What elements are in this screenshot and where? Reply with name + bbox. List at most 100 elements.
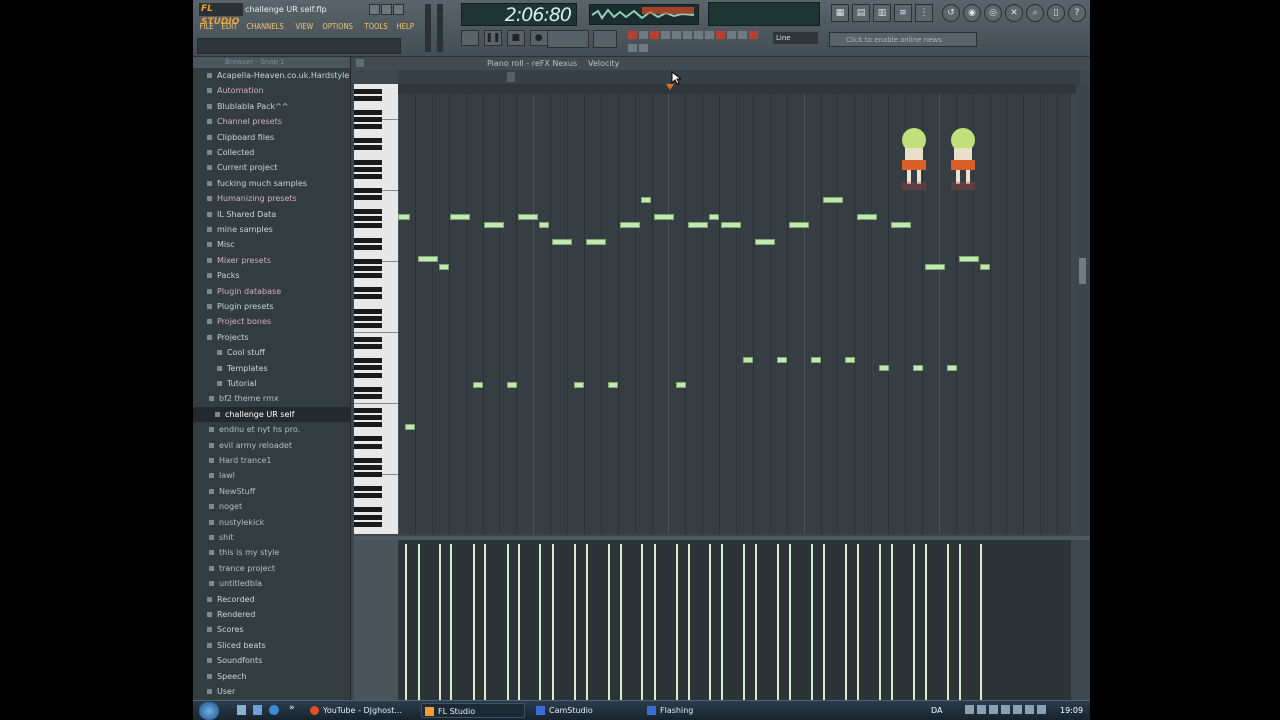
stop-button[interactable]: ■	[506, 30, 525, 46]
help-icon[interactable]: ?	[1068, 4, 1086, 22]
volume-icon[interactable]	[1025, 705, 1034, 714]
browser-file[interactable]: challenge UR self	[193, 406, 350, 422]
midi-note[interactable]	[709, 214, 719, 220]
browser-folder[interactable]: Blublabla Pack^^	[193, 99, 350, 114]
black-key[interactable]	[354, 195, 382, 200]
midi-note[interactable]	[539, 222, 549, 228]
velocity-bar[interactable]	[959, 544, 961, 700]
velocity-bar[interactable]	[539, 544, 541, 700]
midi-note[interactable]	[811, 357, 821, 363]
browser-folder[interactable]: Humanizing presets	[193, 191, 350, 206]
maximize-button[interactable]	[381, 4, 392, 15]
render-icon[interactable]: ◎	[984, 4, 1002, 22]
piano-roll-icon[interactable]: ▥	[873, 4, 891, 22]
velocity-bar[interactable]	[857, 544, 859, 700]
browser-folder[interactable]: Mixer presets	[193, 253, 350, 268]
tray-icon-7[interactable]	[1037, 705, 1046, 714]
tools-icon[interactable]: ✕	[1005, 4, 1023, 22]
black-key[interactable]	[354, 159, 382, 165]
tool-icon-12[interactable]	[749, 31, 758, 39]
browser-file[interactable]: Hard trance1	[193, 453, 350, 468]
midi-note[interactable]	[507, 382, 517, 388]
midi-note[interactable]	[608, 382, 618, 388]
clock[interactable]: 19:09	[1060, 701, 1083, 720]
browser-icon[interactable]: ≡	[894, 4, 912, 22]
switch-windows-icon[interactable]	[253, 705, 262, 715]
browser-file[interactable]: endnu et nyt hs pro.	[193, 422, 350, 437]
playlist-icon[interactable]: ▦	[831, 4, 849, 22]
black-key[interactable]	[354, 393, 382, 399]
browser-file[interactable]: untitledbla	[193, 576, 350, 591]
black-key[interactable]	[354, 486, 382, 492]
browser-folder[interactable]: Templates	[193, 361, 350, 376]
black-key[interactable]	[354, 187, 382, 193]
start-button[interactable]	[199, 702, 219, 720]
event-target-select[interactable]: Velocity	[588, 57, 619, 70]
midi-note[interactable]	[845, 357, 855, 363]
browser-folder[interactable]: Projects	[193, 330, 350, 345]
browser-file[interactable]: shit	[193, 530, 350, 545]
browser-folder[interactable]: Sliced beats	[193, 638, 350, 653]
midi-note[interactable]	[823, 197, 843, 203]
black-key[interactable]	[354, 386, 382, 392]
metronome-icon[interactable]	[628, 31, 637, 39]
browser-file[interactable]: evil army reloadet	[193, 438, 350, 453]
velocity-bar[interactable]	[518, 544, 520, 700]
browser-folder[interactable]: Recorded	[193, 592, 350, 607]
browser-folder[interactable]: Tutorial	[193, 376, 350, 391]
velocity-bar[interactable]	[574, 544, 576, 700]
snap-mode-select[interactable]: Line	[773, 32, 818, 44]
black-key[interactable]	[354, 408, 382, 413]
menu-channels[interactable]: CHANNELS	[244, 20, 286, 34]
velocity-bar[interactable]	[709, 544, 711, 700]
black-key[interactable]	[354, 457, 382, 463]
velocity-bar[interactable]	[755, 544, 757, 700]
midi-note[interactable]	[777, 357, 787, 363]
velocity-bar[interactable]	[676, 544, 678, 700]
browser-folder[interactable]: Plugin database	[193, 284, 350, 299]
black-key[interactable]	[354, 436, 382, 442]
black-key[interactable]	[354, 337, 382, 342]
undo-icon[interactable]: ↺	[942, 4, 960, 22]
black-key[interactable]	[354, 116, 382, 122]
internet-explorer-icon[interactable]	[269, 705, 279, 715]
velocity-bar[interactable]	[823, 544, 825, 700]
menu-tools[interactable]: TOOLS	[362, 20, 390, 34]
black-key[interactable]	[354, 287, 382, 293]
search-icon[interactable]: ⌕	[1026, 4, 1044, 22]
velocity-bar[interactable]	[891, 544, 893, 700]
black-key[interactable]	[354, 266, 382, 271]
timeline-scroll[interactable]	[398, 70, 1080, 85]
midi-note[interactable]	[586, 239, 606, 245]
midi-note[interactable]	[641, 197, 651, 203]
chevron-right-icon[interactable]: »	[289, 703, 295, 713]
tool-icon-10[interactable]	[727, 31, 736, 39]
menu-edit[interactable]: EDIT	[219, 20, 240, 34]
midi-note[interactable]	[398, 214, 410, 220]
black-key[interactable]	[354, 88, 382, 94]
browser-folder[interactable]: Rendered	[193, 607, 350, 622]
tray-icon-1[interactable]	[965, 705, 974, 714]
midi-note[interactable]	[676, 382, 686, 388]
velocity-bar[interactable]	[586, 544, 588, 700]
bar-ruler[interactable]	[398, 84, 1080, 94]
black-key[interactable]	[354, 166, 382, 172]
step-edit-icon[interactable]	[683, 31, 692, 39]
pattern-selector[interactable]	[593, 30, 617, 48]
black-key[interactable]	[354, 138, 382, 144]
tool-icon-11[interactable]	[738, 31, 747, 39]
browser-folder[interactable]: Packs	[193, 268, 350, 283]
midi-note[interactable]	[418, 256, 438, 262]
browser-folder[interactable]: Cool stuff	[193, 345, 350, 360]
velocity-bar[interactable]	[913, 544, 915, 700]
black-key[interactable]	[354, 273, 382, 279]
midi-note[interactable]	[688, 222, 708, 228]
taskbar-item-youtube[interactable]: YouTube - DJghost...	[307, 703, 413, 718]
online-news-box[interactable]: Click to enable online news	[829, 32, 977, 47]
black-key[interactable]	[354, 322, 382, 328]
velocity-bar[interactable]	[418, 544, 420, 700]
master-volume-slider[interactable]	[425, 4, 431, 52]
mixer-icon[interactable]: ⋮	[915, 4, 933, 22]
midi-note[interactable]	[789, 222, 809, 228]
step-sequencer-icon[interactable]: ▤	[852, 4, 870, 22]
